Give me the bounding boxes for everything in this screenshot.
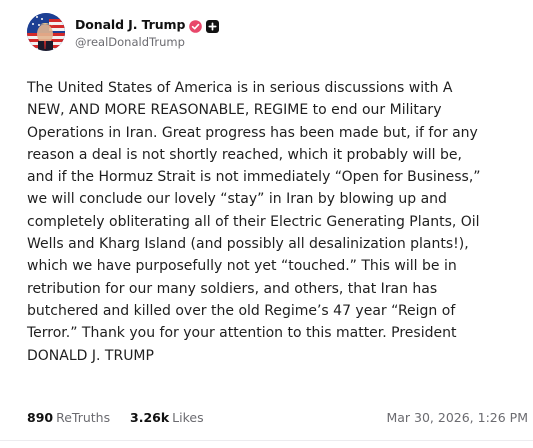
post-body-line: butchered and killed over the old Regime… bbox=[27, 302, 456, 319]
divider bbox=[0, 440, 533, 441]
retruths-label: ReTruths bbox=[56, 410, 111, 425]
user-handle[interactable]: @realDonaldTrump bbox=[75, 35, 219, 49]
display-name[interactable]: Donald J. Trump bbox=[75, 17, 185, 32]
post-body-line: reason a deal is not shortly reached, wh… bbox=[27, 146, 462, 163]
post-body-line: which we have purposefully not yet “touc… bbox=[27, 258, 457, 275]
likes-label: Likes bbox=[172, 410, 204, 425]
post-body-line: The United States of America is in serio… bbox=[27, 80, 453, 96]
avatar[interactable] bbox=[27, 13, 65, 51]
retruths-stat[interactable]: 890 ReTruths bbox=[27, 410, 110, 425]
post-body-line: Wells and Kharg Island (and possibly all… bbox=[27, 236, 469, 253]
post-body-line: and if the Hormuz Strait is not immediat… bbox=[27, 169, 481, 186]
avatar-image bbox=[27, 13, 65, 51]
likes-count: 3.26k bbox=[130, 410, 170, 425]
verified-badge-icon bbox=[189, 18, 203, 33]
post-header: Donald J. Trump @realDonaldTrump bbox=[27, 13, 507, 53]
post-body-line: DONALD J. TRUMP bbox=[27, 347, 154, 364]
post-body-line: we will conclude our lovely “stay” in Ir… bbox=[27, 191, 447, 208]
post-body-line: completely obliterating all of their Ele… bbox=[27, 213, 480, 230]
likes-stat[interactable]: 3.26k Likes bbox=[130, 410, 204, 425]
post-body-line: Terror.” Thank you for your attention to… bbox=[27, 325, 457, 342]
display-name-row: Donald J. Trump bbox=[75, 15, 220, 33]
post-footer: 890 ReTruths 3.26k Likes Mar 30, 2026, 1:2… bbox=[27, 410, 528, 428]
post-body: The United States of America is in serio… bbox=[27, 77, 522, 367]
post-timestamp[interactable]: Mar 30, 2026, 1:26 PM bbox=[386, 410, 528, 425]
retruths-count: 890 bbox=[27, 410, 54, 425]
post-body-line: Operations in Iran. Great progress has b… bbox=[27, 124, 478, 141]
plus-badge-icon bbox=[206, 18, 220, 33]
truth-post: Donald J. Trump @realDonaldTrump The Uni… bbox=[0, 0, 533, 448]
post-body-line: retribution for our many soldiers, and o… bbox=[27, 280, 438, 297]
post-body-line: NEW, AND MORE REASONABLE, REGIME to end … bbox=[27, 102, 442, 119]
author-names: Donald J. Trump @realDonaldTrump bbox=[75, 15, 220, 49]
